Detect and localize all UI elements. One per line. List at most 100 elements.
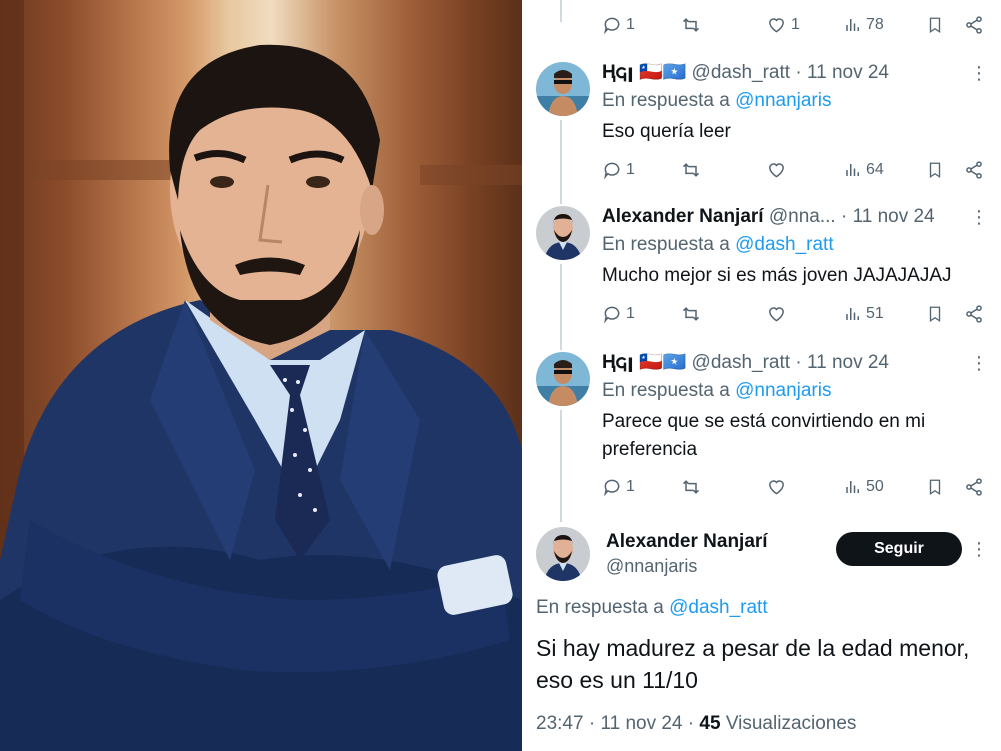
like-button[interactable]: 1 <box>766 13 800 37</box>
tweet-item[interactable]: Alexander Nanjarí @nna... · 11 nov 24 ⋮ … <box>522 206 1001 336</box>
tweet-item[interactable]: Ⱨ𐌾ꞁ 🇨🇱🇸🇴 @dash_ratt · 11 nov 24 ⋮ En res… <box>522 352 1001 512</box>
heart-icon <box>769 18 784 33</box>
views-icon <box>846 308 859 320</box>
bookmark-icon <box>929 479 941 496</box>
retweet-button[interactable] <box>680 13 702 37</box>
retweet-button[interactable] <box>680 475 702 499</box>
tweet-item[interactable]: Ⱨ𐌾ꞁ 🇨🇱🇸🇴 @dash_ratt · 11 nov 24 ⋮ En res… <box>522 62 1001 192</box>
user-handle[interactable]: @nnanjaris <box>606 555 697 577</box>
display-name[interactable]: Ⱨ𐌾ꞁ 🇨🇱🇸🇴 <box>602 352 686 373</box>
more-options-icon[interactable]: ⋮ <box>970 206 988 228</box>
heart-icon <box>769 480 784 495</box>
bookmark-button[interactable] <box>926 475 944 499</box>
avatar[interactable] <box>536 352 590 406</box>
views-button[interactable]: 50 <box>844 475 884 499</box>
reply-button[interactable]: 1 <box>602 158 635 182</box>
bookmark-button[interactable] <box>926 158 944 182</box>
avatar-image <box>536 352 590 406</box>
share-button[interactable] <box>964 13 984 37</box>
reply-icon <box>604 162 620 180</box>
reply-prefix: En respuesta a <box>602 380 730 401</box>
reply-icon <box>604 17 620 35</box>
reply-button[interactable]: 1 <box>602 302 635 326</box>
like-count: 1 <box>791 16 800 33</box>
reply-to-link[interactable]: @nnanjaris <box>735 380 831 401</box>
separator: · <box>588 713 596 734</box>
more-options-icon[interactable]: ⋮ <box>970 62 988 84</box>
retweet-button[interactable] <box>680 302 702 326</box>
share-button[interactable] <box>964 158 984 182</box>
user-handle[interactable]: @nna... <box>769 206 836 227</box>
views-icon <box>846 481 859 493</box>
reply-to-link[interactable]: @nnanjaris <box>735 90 831 111</box>
reply-to-link[interactable]: @dash_ratt <box>735 234 834 255</box>
share-icon <box>966 478 982 496</box>
display-name[interactable]: Alexander Nanjarí <box>606 531 768 553</box>
views-icon <box>846 164 859 176</box>
like-button[interactable] <box>766 158 787 182</box>
share-icon <box>966 161 982 179</box>
tweet-actions: 1 64 <box>602 158 986 182</box>
reply-count: 1 <box>626 161 635 178</box>
tweet-header: Ⱨ𐌾ꞁ 🇨🇱🇸🇴 @dash_ratt · 11 nov 24 <box>602 62 889 84</box>
views-count: 64 <box>866 161 884 178</box>
tweet-actions: 1 51 <box>602 302 986 326</box>
reply-button[interactable]: 1 <box>602 13 635 37</box>
tweet-date[interactable]: 11 nov 24 <box>853 206 935 227</box>
tweet-date[interactable]: 11 nov 24 <box>807 352 889 373</box>
views-icon <box>846 19 859 31</box>
views-count: 51 <box>866 305 884 322</box>
tweet-text: Si hay madurez a pesar de la edad menor,… <box>536 635 970 693</box>
reply-count: 1 <box>626 305 635 322</box>
reply-to-link[interactable]: @dash_ratt <box>669 597 768 618</box>
person-photo-illustration <box>0 0 522 751</box>
avatar-image <box>536 62 590 116</box>
bookmark-button[interactable] <box>926 302 944 326</box>
views-count: 50 <box>866 478 884 495</box>
avatar-image <box>536 206 590 260</box>
tweet-text: Parece que se está convirtiendo en mi pr… <box>602 411 926 460</box>
share-button[interactable] <box>964 302 984 326</box>
avatar[interactable] <box>536 62 590 116</box>
like-button[interactable] <box>766 302 787 326</box>
display-name[interactable]: Alexander Nanjarí <box>602 206 764 227</box>
separator: · <box>795 62 802 83</box>
retweet-icon <box>682 307 700 321</box>
more-options-icon[interactable]: ⋮ <box>970 538 988 560</box>
heart-icon <box>769 163 784 178</box>
views-button[interactable]: 51 <box>844 302 884 326</box>
display-name[interactable]: Ⱨ𐌾ꞁ 🇨🇱🇸🇴 <box>602 62 686 83</box>
share-button[interactable] <box>964 475 984 499</box>
reply-prefix: En respuesta a <box>602 234 730 255</box>
tweet-date[interactable]: 11 nov 24 <box>600 713 682 734</box>
user-handle[interactable]: @dash_ratt <box>692 352 791 373</box>
reply-context: En respuesta a @dash_ratt <box>602 234 834 256</box>
follow-button[interactable]: Seguir <box>836 532 962 566</box>
separator: · <box>840 206 848 227</box>
separator: · <box>687 713 695 734</box>
share-icon <box>966 16 982 34</box>
bookmark-icon <box>929 306 941 323</box>
tweet-date[interactable]: 11 nov 24 <box>807 62 889 83</box>
views-count: 78 <box>866 16 884 33</box>
bookmark-button[interactable] <box>926 13 944 37</box>
tweet-header: Alexander Nanjarí @nna... · 11 nov 24 <box>602 206 935 228</box>
views-button[interactable]: 64 <box>844 158 884 182</box>
avatar[interactable] <box>536 206 590 260</box>
user-handle[interactable]: @dash_ratt <box>692 62 791 83</box>
reply-icon <box>604 479 620 497</box>
tweet-time[interactable]: 23:47 <box>536 713 584 734</box>
reply-context: En respuesta a @nnanjaris <box>602 380 832 402</box>
views-button[interactable]: 78 <box>844 13 884 37</box>
more-options-icon[interactable]: ⋮ <box>970 352 988 374</box>
separator: · <box>795 352 802 373</box>
thread-connector <box>560 0 562 22</box>
views-label[interactable]: Visualizaciones <box>726 713 857 734</box>
retweet-button[interactable] <box>680 158 702 182</box>
tweet-header: Ⱨ𐌾ꞁ 🇨🇱🇸🇴 @dash_ratt · 11 nov 24 <box>602 352 889 374</box>
avatar[interactable] <box>536 527 590 581</box>
like-button[interactable] <box>766 475 787 499</box>
retweet-icon <box>682 18 700 32</box>
reply-button[interactable]: 1 <box>602 475 635 499</box>
tweet-actions: 1 1 78 <box>602 13 986 37</box>
